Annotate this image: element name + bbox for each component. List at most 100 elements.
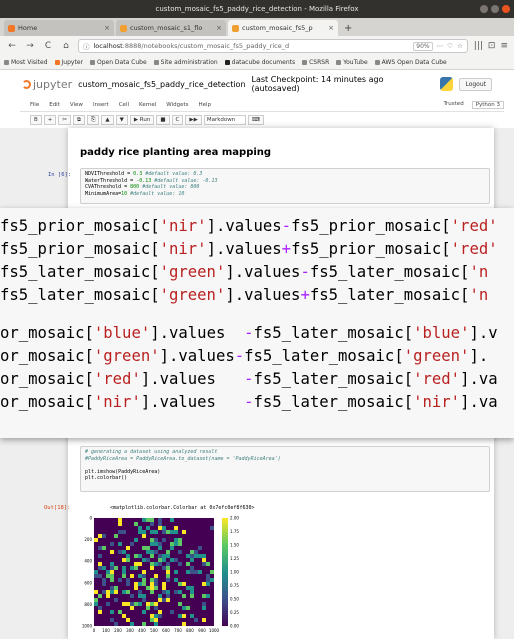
- menu-icon[interactable]: ≡: [500, 41, 508, 51]
- restart-run-all-button[interactable]: ▶▶: [185, 115, 202, 125]
- tab-close-icon[interactable]: ×: [328, 24, 334, 32]
- heatmap-cell: [198, 570, 202, 574]
- heatmap-cell: [126, 554, 130, 558]
- heatmap-cell: [106, 570, 110, 574]
- heatmap-cell: [170, 530, 174, 534]
- heatmap-cell: [114, 566, 118, 570]
- heatmap-cell: [166, 574, 170, 578]
- insert-cell-button[interactable]: +: [43, 115, 57, 125]
- jupyter-logo[interactable]: jupyter: [22, 78, 72, 91]
- url-path: :8888/notebooks/custom_mosaic_fs5_paddy_…: [122, 42, 290, 50]
- github-icon: [224, 60, 230, 65]
- save-button[interactable]: B: [30, 115, 42, 125]
- back-icon[interactable]: ←: [6, 41, 18, 51]
- zoomed-code-line: fs5_later_mosaic['green'].values-fs5_lat…: [0, 263, 489, 281]
- copy-button[interactable]: ⧉: [73, 115, 85, 125]
- minimize-button[interactable]: [480, 5, 488, 13]
- heatmap-cell: [122, 570, 126, 574]
- tab-close-icon[interactable]: ×: [104, 24, 110, 32]
- heatmap-cell: [130, 566, 134, 570]
- heatmap-cell: [142, 578, 146, 582]
- logout-button[interactable]: Logout: [459, 77, 492, 91]
- bookmark-site-admin[interactable]: Site administration: [153, 59, 218, 66]
- heatmap-cell: [126, 578, 130, 582]
- heatmap-cell: [114, 586, 118, 590]
- heatmap-cell: [142, 622, 146, 626]
- menu-file[interactable]: File: [30, 102, 39, 108]
- globe-icon: [153, 60, 159, 65]
- url-bar[interactable]: ⓘ localhost:8888/notebooks/custom_mosaic…: [78, 39, 468, 53]
- close-window-button[interactable]: [502, 5, 510, 13]
- colorbar-tick-label: 1.00: [230, 570, 239, 575]
- bookmark-most-visited[interactable]: Most Visited: [4, 59, 48, 66]
- menu-cell[interactable]: Cell: [119, 102, 129, 108]
- bookmark-datacube-docs[interactable]: datacube documents: [224, 59, 295, 66]
- heatmap-cell: [190, 590, 194, 594]
- new-tab-button[interactable]: +: [340, 20, 356, 36]
- tab-fs5-paddy[interactable]: custom_mosaic_fs5_p ×: [228, 20, 338, 36]
- home-icon[interactable]: ⌂: [60, 41, 72, 51]
- y-tick-label: 800: [84, 602, 92, 607]
- code-cell-imshow[interactable]: # generating a dataset using analyzed re…: [80, 446, 490, 492]
- code-cell-thresholds[interactable]: NDVIThreshold = 0.3 #default value: 0.3 …: [80, 168, 490, 204]
- window-title: custom_mosaic_fs5_paddy_rice_detection -…: [155, 5, 359, 13]
- heatmap-cell: [206, 594, 210, 598]
- menu-view[interactable]: View: [70, 102, 83, 108]
- bookmark-csrsr[interactable]: CSRSR: [302, 59, 329, 66]
- library-icon[interactable]: |||: [474, 41, 483, 51]
- maximize-button[interactable]: [491, 5, 499, 13]
- move-down-button[interactable]: ▼: [115, 115, 128, 125]
- menu-edit[interactable]: Edit: [49, 102, 60, 108]
- heatmap-cell: [158, 542, 162, 546]
- kernel-indicator[interactable]: Python 3: [471, 100, 504, 109]
- move-up-button[interactable]: ▲: [101, 115, 114, 125]
- trusted-indicator[interactable]: Trusted: [443, 101, 463, 109]
- tab-s1-flood[interactable]: custom_mosaic_s1_flo ×: [116, 20, 226, 36]
- reload-icon[interactable]: C: [42, 41, 54, 51]
- paste-button[interactable]: ⎘: [86, 115, 100, 125]
- heatmap-cell: [154, 574, 158, 578]
- interrupt-button[interactable]: ■: [156, 115, 170, 125]
- bookmark-youtube[interactable]: YouTube: [336, 59, 368, 66]
- tab-label: custom_mosaic_s1_flo: [130, 24, 203, 32]
- globe-icon: [374, 60, 380, 65]
- notebook-name[interactable]: custom_mosaic_fs5_paddy_rice_detection: [78, 80, 245, 89]
- bookmark-aws-odc[interactable]: AWS Open Data Cube: [374, 59, 447, 66]
- menu-kernel[interactable]: Kernel: [139, 102, 156, 108]
- menu-widgets[interactable]: Widgets: [166, 102, 188, 108]
- pocket-icon[interactable]: ♡: [447, 42, 453, 50]
- menu-help[interactable]: Help: [199, 102, 212, 108]
- heatmap-cell: [210, 578, 214, 582]
- heatmap-cell: [146, 602, 150, 606]
- heatmap-cell: [98, 606, 102, 610]
- heatmap-cell: [134, 586, 138, 590]
- heatmap-cell: [154, 530, 158, 534]
- cell-type-select[interactable]: Markdown: [203, 115, 246, 125]
- heatmap-cell: [106, 594, 110, 598]
- bookmark-star-icon[interactable]: ☆: [457, 42, 463, 50]
- heatmap-cell: [206, 574, 210, 578]
- forward-icon[interactable]: →: [24, 41, 36, 51]
- heatmap-cell: [110, 570, 114, 574]
- tab-close-icon[interactable]: ×: [216, 24, 222, 32]
- heatmap-cell: [158, 614, 162, 618]
- python-logo-icon: [439, 77, 454, 91]
- run-button[interactable]: ▶ Run: [129, 115, 155, 125]
- bookmark-jupyter[interactable]: Jupyter: [54, 59, 83, 66]
- heatmap-cell: [138, 526, 142, 530]
- heatmap-cell: [110, 590, 114, 594]
- cut-button[interactable]: ✂: [58, 115, 71, 125]
- heatmap-cell: [122, 558, 126, 562]
- menu-insert[interactable]: Insert: [93, 102, 109, 108]
- bookmark-open-data-cube[interactable]: Open Data Cube: [89, 59, 147, 66]
- command-palette-button[interactable]: ⌨: [247, 115, 264, 125]
- heatmap-cell: [162, 590, 166, 594]
- page-actions-icon[interactable]: ⋯: [437, 42, 444, 50]
- heatmap-cell: [190, 586, 194, 590]
- sidebar-icon[interactable]: ⊡: [488, 41, 496, 51]
- tab-home[interactable]: Home ×: [4, 20, 114, 36]
- zoom-level[interactable]: 90%: [413, 41, 433, 51]
- restart-button[interactable]: C: [171, 115, 184, 125]
- heatmap-cell: [102, 590, 106, 594]
- heatmap-cell: [102, 546, 106, 550]
